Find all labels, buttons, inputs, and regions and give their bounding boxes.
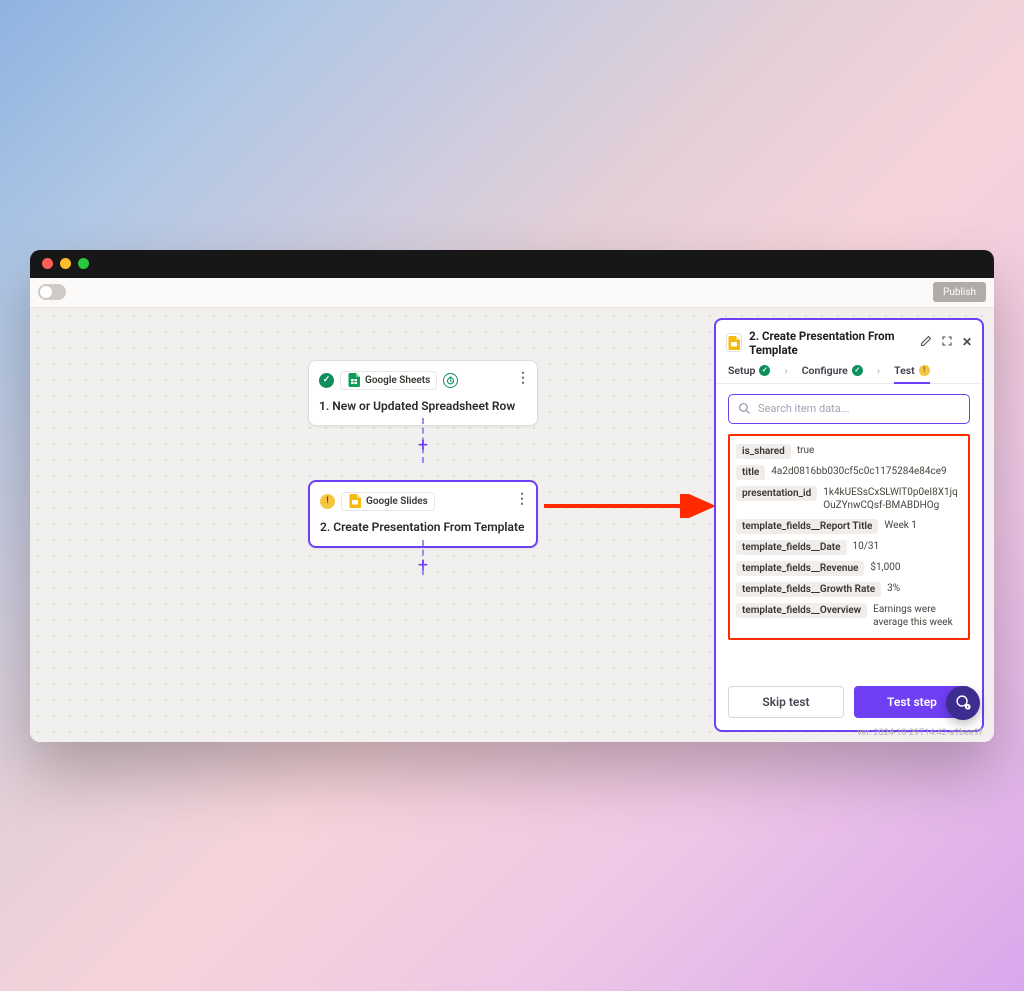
skip-test-button[interactable]: Skip test	[728, 686, 844, 718]
kv-row: template_fields__Growth Rate3%	[736, 582, 962, 597]
search-icon	[738, 402, 751, 415]
app-toolbar: Publish	[30, 278, 994, 308]
tab-configure[interactable]: Configure ✓	[802, 364, 863, 383]
tab-setup[interactable]: Setup ✓	[728, 364, 770, 383]
app-chip-sheets-label: Google Sheets	[365, 375, 430, 386]
help-video-icon	[955, 694, 972, 711]
version-label: ver. 2024-10-29T14:42-a9bee9f	[857, 728, 982, 738]
panel-header: 2. Create Presentation From Template ✕	[716, 320, 982, 364]
panel-title: 2. Create Presentation From Template	[749, 329, 913, 357]
kv-row: template_fields__OverviewEarnings were a…	[736, 603, 962, 630]
tab-test[interactable]: Test !	[894, 364, 930, 383]
close-icon[interactable]: ✕	[962, 335, 972, 350]
chevron-right-icon: ›	[877, 364, 880, 383]
app-chip-sheets: Google Sheets	[340, 371, 437, 390]
add-step-icon[interactable]: +	[418, 437, 428, 455]
window-max-dot[interactable]	[78, 258, 89, 269]
app-window: Publish ✓ Google Sheets ⋮ 1. New or Upda…	[30, 250, 994, 742]
window-close-dot[interactable]	[42, 258, 53, 269]
kv-row: template_fields__Date10/31	[736, 540, 962, 555]
window-min-dot[interactable]	[60, 258, 71, 269]
chevron-right-icon: ›	[784, 364, 787, 383]
rename-icon[interactable]	[920, 335, 932, 350]
help-fab[interactable]	[946, 686, 980, 720]
test-output-box: is_sharedtrue title4a2d0816bb030cf5c0c11…	[728, 434, 970, 640]
search-input-wrapper	[728, 394, 970, 424]
kv-row: template_fields__Revenue$1,000	[736, 561, 962, 576]
warn-icon: !	[320, 494, 335, 509]
google-slides-icon	[726, 333, 742, 352]
trigger-poll-icon	[443, 373, 458, 388]
annotation-arrow-icon	[544, 494, 724, 518]
publish-button[interactable]: Publish	[933, 282, 986, 302]
app-chip-slides-label: Google Slides	[366, 496, 428, 507]
panel-tabs: Setup ✓ › Configure ✓ › Test !	[716, 364, 982, 384]
zap-enable-toggle[interactable]	[38, 284, 66, 300]
warn-icon: !	[919, 365, 930, 376]
google-sheets-icon	[347, 374, 360, 387]
app-chip-slides: Google Slides	[341, 492, 435, 511]
kv-row: is_sharedtrue	[736, 444, 962, 459]
flow-canvas[interactable]: ✓ Google Sheets ⋮ 1. New or Updated Spre…	[30, 308, 994, 742]
step-card-1[interactable]: ✓ Google Sheets ⋮ 1. New or Updated Spre…	[308, 360, 538, 426]
step-editor-panel: 2. Create Presentation From Template ✕ S…	[714, 318, 984, 732]
add-step-icon[interactable]: +	[418, 557, 428, 575]
step-menu-icon[interactable]: ⋮	[515, 492, 528, 506]
check-icon: ✓	[759, 365, 770, 376]
step-menu-icon[interactable]: ⋮	[516, 371, 529, 385]
search-input[interactable]	[758, 402, 960, 415]
kv-row: template_fields__Report TitleWeek 1	[736, 519, 962, 534]
step-2-title: 2. Create Presentation From Template	[320, 520, 526, 534]
check-icon: ✓	[319, 373, 334, 388]
step-1-title: 1. New or Updated Spreadsheet Row	[319, 399, 527, 413]
step-card-2[interactable]: ! Google Slides ⋮ 2. Create Presentation…	[308, 480, 538, 548]
window-titlebar	[30, 250, 994, 278]
check-icon: ✓	[852, 365, 863, 376]
kv-row: title4a2d0816bb030cf5c0c1175284e84ce9	[736, 465, 962, 480]
expand-icon[interactable]	[941, 335, 953, 350]
kv-row: presentation_id1k4kUESsCxSLWlT0p0eI8X1jq…	[736, 486, 962, 513]
google-slides-icon	[348, 495, 361, 508]
